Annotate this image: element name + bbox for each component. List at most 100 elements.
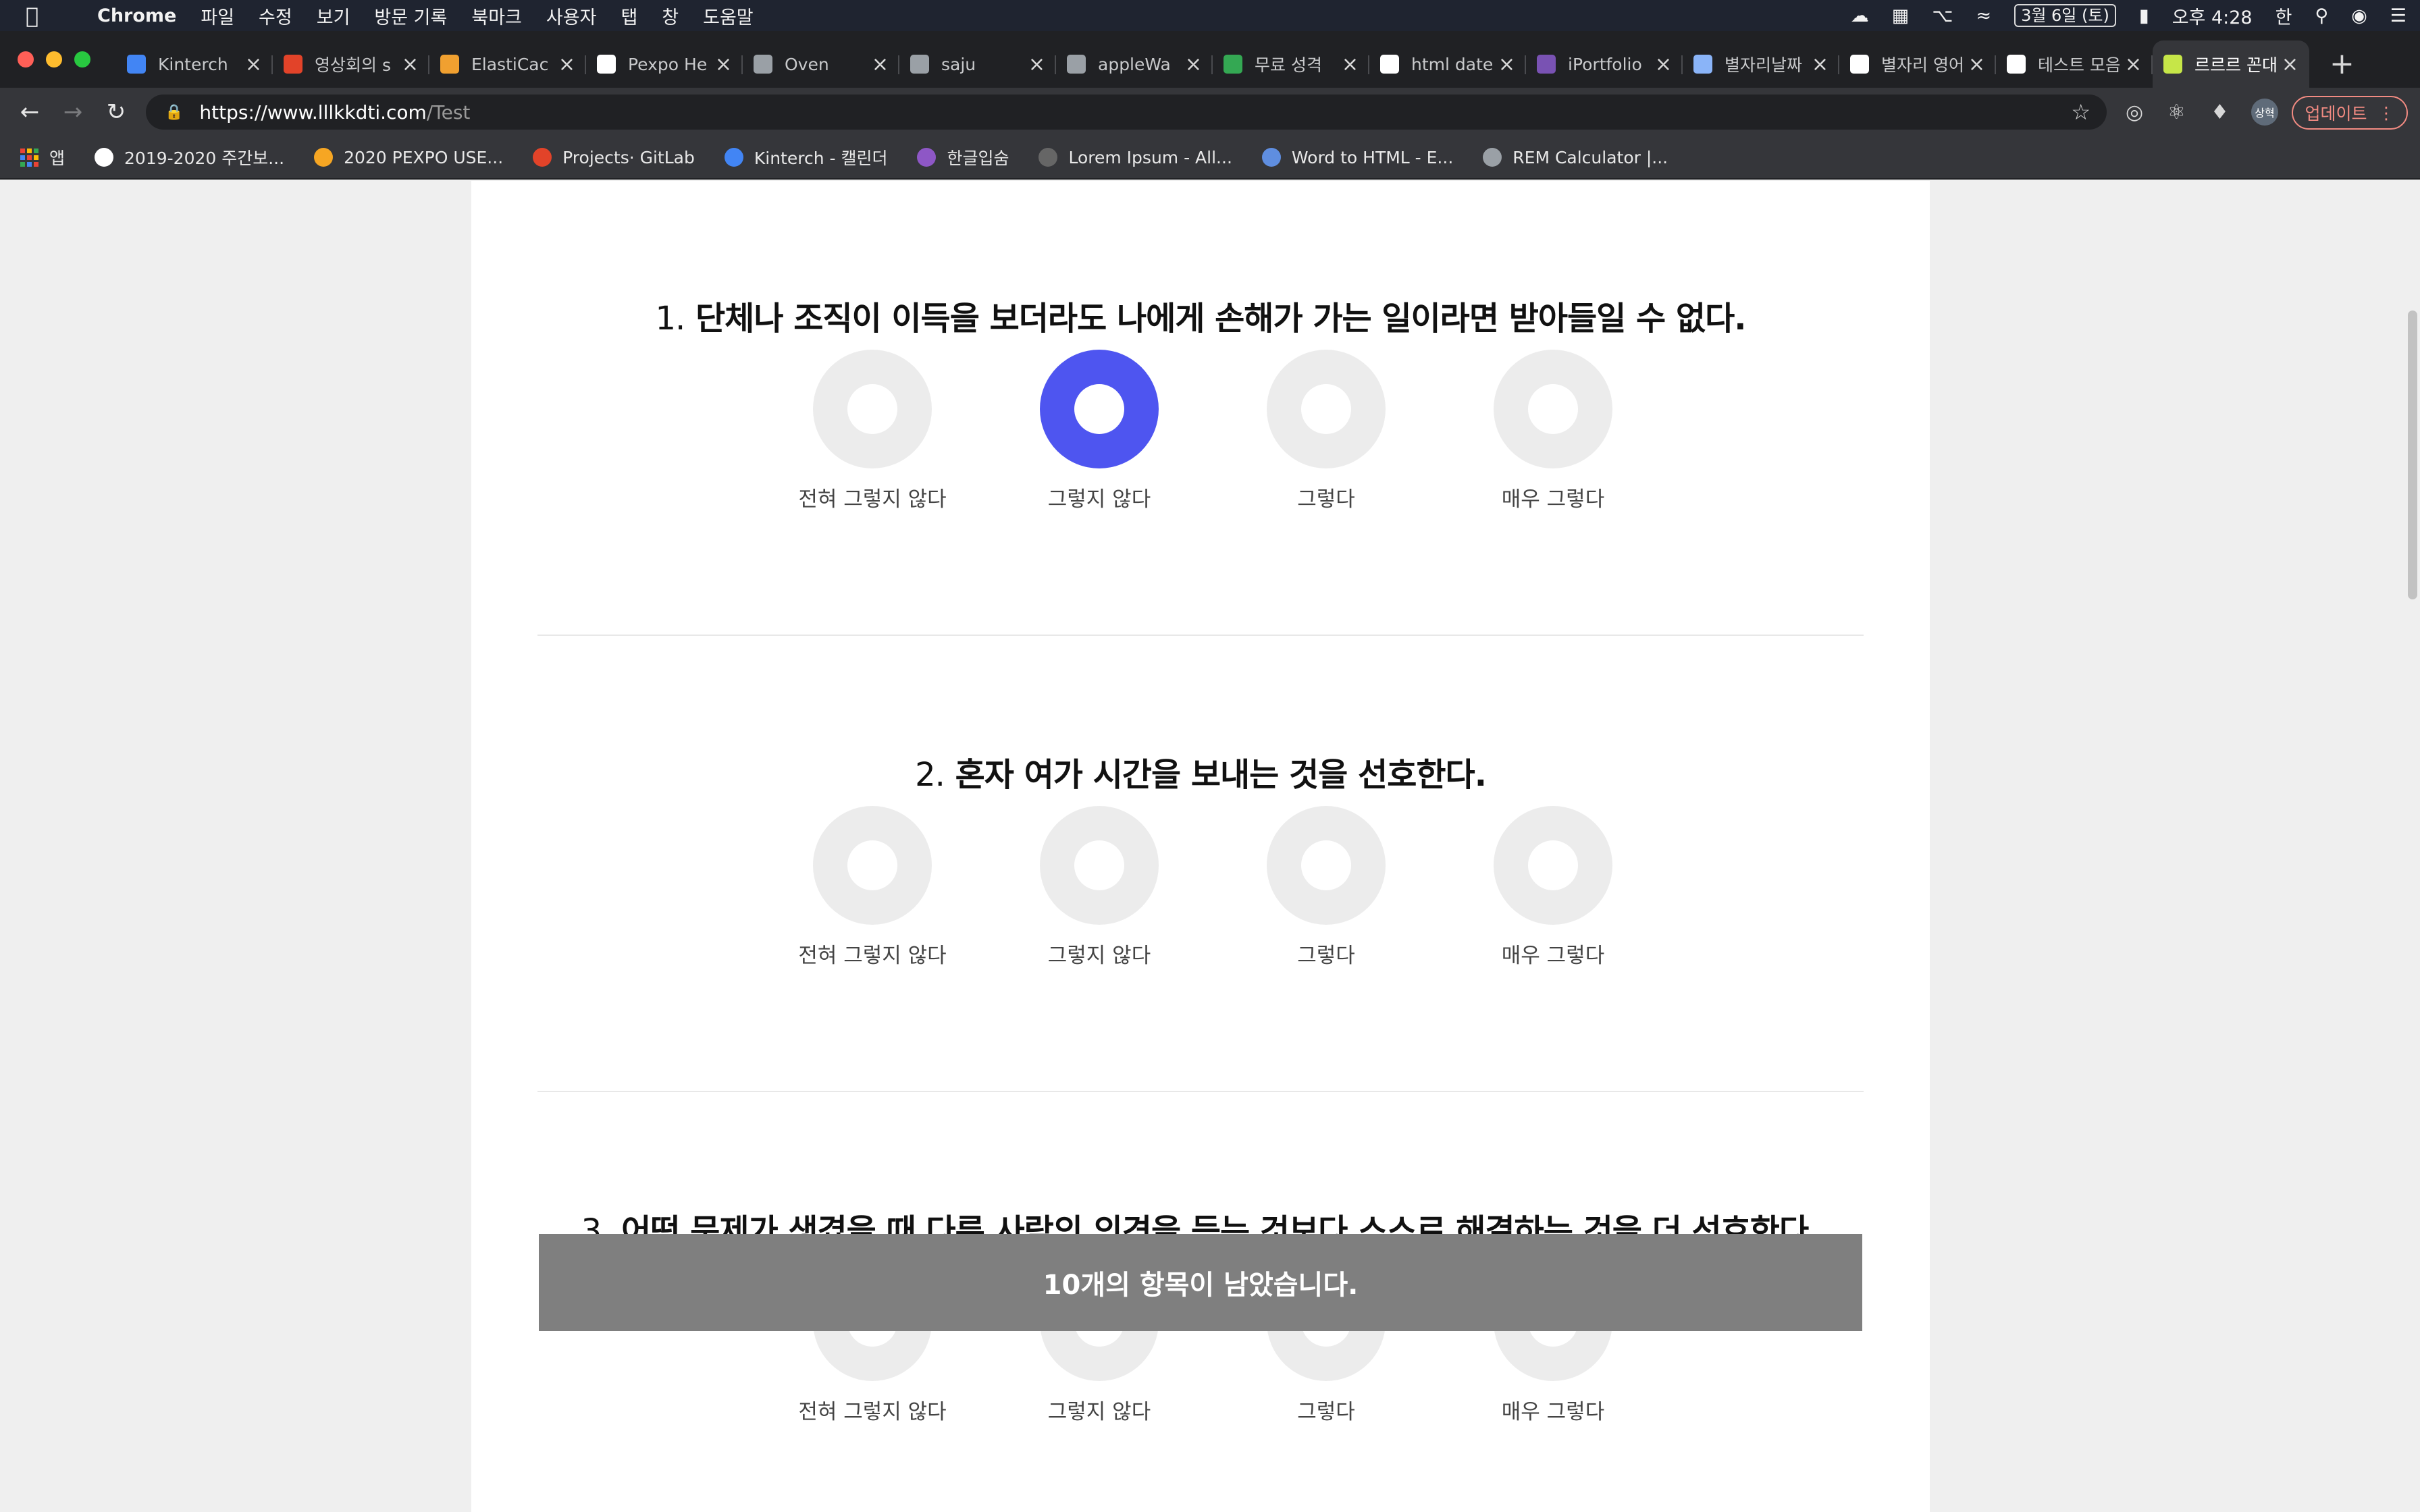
bookmark-item-4[interactable]: Kinterch - 캘린더 <box>724 145 887 169</box>
radio-circle-icon[interactable] <box>1040 806 1159 925</box>
answer-option-label: 그렇다 <box>1297 944 1355 968</box>
wifi-icon[interactable]: ≈ <box>1976 5 1991 26</box>
close-tab-icon[interactable]: × <box>1342 53 1359 76</box>
calendar-icon <box>724 148 743 167</box>
answer-option-4[interactable]: 매우 그렇다 <box>1452 350 1654 532</box>
bookmark-item-2[interactable]: 2020 PEXPO USE... <box>314 148 503 167</box>
tab-7[interactable]: 무료 성격 × <box>1213 40 1369 88</box>
battery-icon[interactable]: ▮ <box>2139 5 2149 26</box>
forward-arrow-icon[interactable]: → <box>51 99 95 126</box>
close-tab-icon[interactable]: × <box>1812 53 1829 76</box>
bookmark-item-3[interactable]: Projects· GitLab <box>533 148 695 167</box>
scrollbar-thumb[interactable] <box>2408 310 2417 599</box>
question-divider <box>537 1091 1864 1092</box>
radio-circle-icon[interactable] <box>813 350 932 468</box>
answer-option-3[interactable]: 그렇다 <box>1225 350 1427 532</box>
minimize-window-button[interactable] <box>46 51 62 68</box>
menu-bookmarks[interactable]: 북마크 <box>471 3 522 29</box>
address-bar[interactable]: 🔒 https://www.lllkkdti.com/Test ☆ <box>146 94 2107 130</box>
tab-13[interactable]: 르르르 꼰대 × <box>2153 40 2309 88</box>
radio-circle-icon[interactable] <box>1267 350 1386 468</box>
bookmark-item-5[interactable]: 한글입숨 <box>917 145 1009 169</box>
answer-option-label: 그렇지 않다 <box>1047 944 1151 968</box>
close-tab-icon[interactable]: × <box>1498 53 1515 76</box>
control-center-icon[interactable]: ☰ <box>2390 5 2406 26</box>
tab-6[interactable]: appleWa × <box>1056 40 1213 88</box>
radio-circle-icon[interactable] <box>1494 350 1612 468</box>
tab-9[interactable]: iPortfolio × <box>1526 40 1683 88</box>
close-tab-icon[interactable]: × <box>1655 53 1672 76</box>
tab-10[interactable]: 별자리날짜 × <box>1683 40 1839 88</box>
siri-icon[interactable]: ◉ <box>2351 5 2367 26</box>
answer-option-1[interactable]: 전혀 그렇지 않다 <box>771 350 974 532</box>
reload-icon[interactable]: ↻ <box>95 99 138 126</box>
menu-window[interactable]: 창 <box>662 3 679 29</box>
bookmark-item-8[interactable]: REM Calculator |... <box>1483 148 1668 167</box>
radio-circle-icon[interactable] <box>1494 806 1612 925</box>
radio-circle-icon[interactable] <box>1040 350 1159 468</box>
spotlight-search-icon[interactable]: ⚲ <box>2315 5 2328 26</box>
answer-option-2[interactable]: 그렇지 않다 <box>998 806 1201 988</box>
answer-option-3[interactable]: 그렇다 <box>1225 806 1427 988</box>
answer-option-label: 매우 그렇다 <box>1501 487 1605 512</box>
tab-2[interactable]: ElastiCac × <box>429 40 586 88</box>
close-tab-icon[interactable]: × <box>2125 53 2142 76</box>
tab-0[interactable]: Kinterch × <box>116 40 273 88</box>
lock-icon[interactable]: 🔒 <box>165 104 183 121</box>
tab-5[interactable]: saju × <box>899 40 1056 88</box>
extension-target-icon[interactable]: ◎ <box>2126 94 2143 130</box>
close-tab-icon[interactable]: × <box>1185 53 1202 76</box>
tab-11[interactable]: 별자리 영어 × <box>1839 40 1996 88</box>
bookmark-item-7[interactable]: Word to HTML - E... <box>1261 148 1453 167</box>
menu-people[interactable]: 사용자 <box>546 3 597 29</box>
profile-button[interactable]: 상혁 <box>2251 94 2278 130</box>
menu-help[interactable]: 도움말 <box>703 3 754 29</box>
close-tab-icon[interactable]: × <box>1968 53 1985 76</box>
menu-tab[interactable]: 탭 <box>621 3 637 29</box>
back-arrow-icon[interactable]: ← <box>8 99 51 126</box>
new-tab-plus-icon[interactable]: + <box>2330 40 2355 88</box>
answer-options: 전혀 그렇지 않다 그렇지 않다 그렇다 매우 그렇다 <box>771 350 1630 532</box>
close-tab-icon[interactable]: × <box>402 53 419 76</box>
close-tab-icon[interactable]: × <box>2282 53 2298 76</box>
answer-option-4[interactable]: 매우 그렇다 <box>1452 806 1654 988</box>
input-method-indicator[interactable]: 한 <box>2276 3 2292 29</box>
app-menu-chrome[interactable]: Chrome <box>97 5 176 26</box>
menu-file[interactable]: 파일 <box>201 3 234 29</box>
react-devtools-icon[interactable]: ⚛ <box>2167 94 2186 130</box>
clock[interactable]: 오후 4:28 <box>2172 3 2253 29</box>
date-indicator[interactable]: 3월 6일 (토) <box>2014 4 2116 27</box>
answer-option-2[interactable]: 그렇지 않다 <box>998 350 1201 532</box>
bookmark-item-0[interactable]: 앱 <box>0 145 65 169</box>
bookmark-item-1[interactable]: 2019-2020 주간보... <box>95 145 284 169</box>
close-tab-icon[interactable]: × <box>872 53 889 76</box>
remaining-items-banner[interactable]: 10개의 항목이 남았습니다. <box>539 1234 1862 1331</box>
bookmark-label: Lorem Ipsum - All... <box>1068 147 1232 167</box>
menu-view[interactable]: 보기 <box>317 3 350 29</box>
apple-menu-icon[interactable]:  <box>26 3 62 28</box>
update-button[interactable]: 업데이트 ⋮ <box>2292 96 2408 130</box>
zoom-window-button[interactable] <box>74 51 90 68</box>
answer-option-1[interactable]: 전혀 그렇지 않다 <box>771 806 974 988</box>
extensions-puzzle-icon[interactable]: ♦ <box>2211 94 2229 130</box>
radio-circle-icon[interactable] <box>813 806 932 925</box>
tab-1[interactable]: 영상회의 s × <box>273 40 429 88</box>
bookmark-star-icon[interactable]: ☆ <box>2071 99 2090 125</box>
menu-history[interactable]: 방문 기록 <box>374 3 447 29</box>
menu-edit[interactable]: 수정 <box>259 3 292 29</box>
tab-8[interactable]: html date × <box>1369 40 1526 88</box>
tab-4[interactable]: Oven × <box>743 40 899 88</box>
code-icon <box>1261 148 1281 167</box>
close-tab-icon[interactable]: × <box>245 53 262 76</box>
creative-cloud-icon[interactable]: ☁ <box>1851 5 1869 26</box>
close-tab-icon[interactable]: × <box>1028 53 1045 76</box>
tab-12[interactable]: 테스트 모음 × <box>1996 40 2153 88</box>
bluetooth-icon[interactable]: ⌥ <box>1932 5 1953 26</box>
close-window-button[interactable] <box>18 51 34 68</box>
radio-circle-icon[interactable] <box>1267 806 1386 925</box>
layout-icon[interactable]: ▦ <box>1892 5 1910 26</box>
close-tab-icon[interactable]: × <box>715 53 732 76</box>
close-tab-icon[interactable]: × <box>558 53 575 76</box>
tab-3[interactable]: Pexpo He × <box>586 40 743 88</box>
bookmark-item-6[interactable]: Lorem Ipsum - All... <box>1038 148 1232 167</box>
